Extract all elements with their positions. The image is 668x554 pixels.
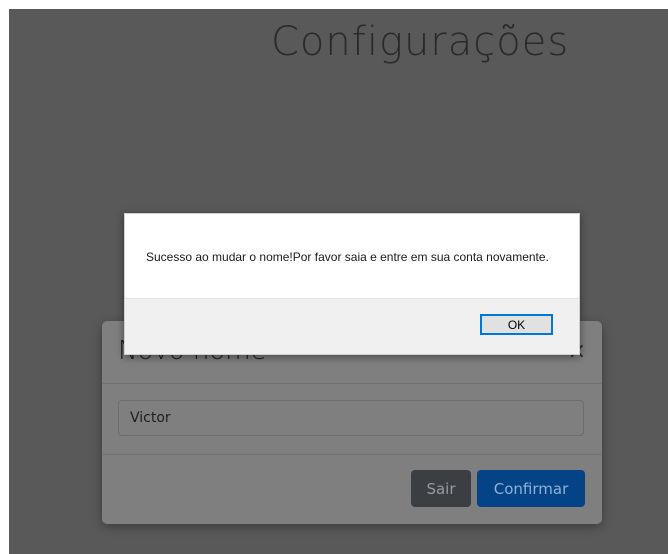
modal-body xyxy=(102,384,602,455)
exit-button[interactable]: Sair xyxy=(411,470,471,507)
new-name-input[interactable] xyxy=(118,400,584,436)
alert-message: Sucesso ao mudar o nome!Por favor saia e… xyxy=(146,250,549,264)
modal-footer: Sair Confirmar xyxy=(102,455,602,524)
page-title: Configurações xyxy=(271,19,570,65)
alert-footer: OK xyxy=(125,298,579,354)
browser-alert-dialog: Sucesso ao mudar o nome!Por favor saia e… xyxy=(124,213,580,355)
alert-ok-button[interactable]: OK xyxy=(480,314,553,335)
confirm-button[interactable]: Confirmar xyxy=(477,470,585,507)
